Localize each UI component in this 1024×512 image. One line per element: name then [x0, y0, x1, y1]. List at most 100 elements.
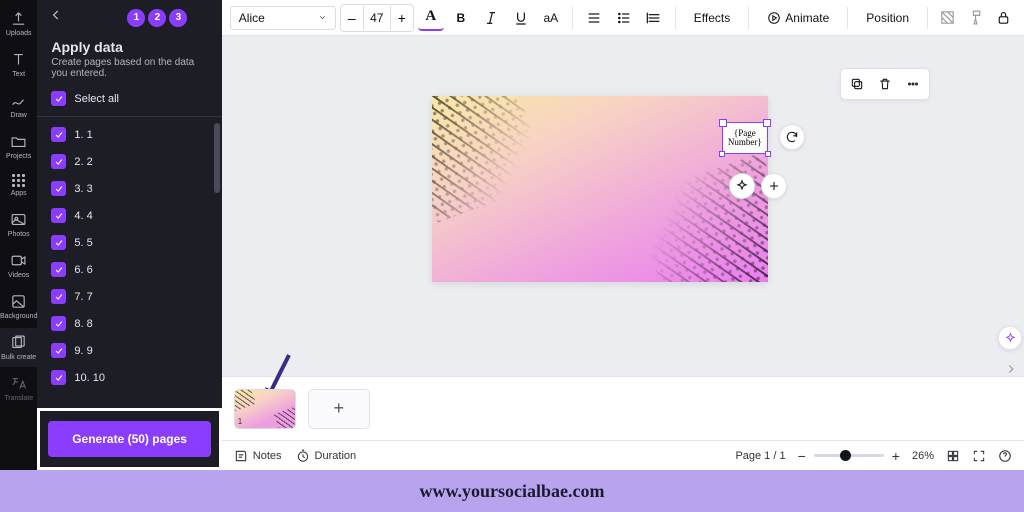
- duplicate-page-button[interactable]: [844, 72, 870, 96]
- page-timeline: 1 +: [222, 376, 1024, 440]
- scrollbar-thumb[interactable]: [214, 123, 220, 193]
- underline-button[interactable]: [508, 5, 534, 31]
- design-page[interactable]: [432, 96, 768, 282]
- rail-text[interactable]: Text: [0, 45, 37, 84]
- fullscreen-button[interactable]: [972, 449, 986, 463]
- rail-background-label: Background: [0, 313, 37, 320]
- animate-button[interactable]: Animate: [757, 6, 839, 30]
- row-checkbox[interactable]: [51, 154, 66, 169]
- page-indicator: Page 1 / 1: [735, 450, 785, 462]
- list-item[interactable]: 5. 5: [37, 229, 221, 256]
- rotate-handle[interactable]: [779, 124, 805, 150]
- italic-button[interactable]: [478, 5, 504, 31]
- row-checkbox[interactable]: [51, 235, 66, 250]
- row-checkbox[interactable]: [51, 127, 66, 142]
- text-color-button[interactable]: A: [418, 5, 444, 31]
- rail-uploads-label: Uploads: [6, 30, 32, 37]
- animate-icon: [767, 11, 781, 25]
- assistant-fab[interactable]: [998, 326, 1022, 350]
- row-checkbox[interactable]: [51, 289, 66, 304]
- rail-draw[interactable]: Draw: [0, 86, 37, 125]
- rail-background[interactable]: Background: [0, 287, 37, 326]
- thumbnail-page-number: 1: [238, 417, 242, 426]
- generate-pages-button[interactable]: Generate (50) pages: [48, 421, 210, 457]
- back-button[interactable]: [49, 8, 63, 27]
- zoom-in-button[interactable]: +: [892, 448, 900, 464]
- list-item[interactable]: 9. 9: [37, 337, 221, 364]
- rail-uploads[interactable]: Uploads: [0, 4, 37, 43]
- row-checkbox[interactable]: [51, 262, 66, 277]
- rail-bulk-create[interactable]: Bulk create: [0, 328, 37, 367]
- apps-icon: [12, 174, 25, 187]
- select-all-row[interactable]: Select all: [37, 87, 221, 116]
- effects-button[interactable]: Effects: [684, 6, 740, 30]
- rail-translate[interactable]: Translate: [0, 369, 37, 408]
- rail-photos-label: Photos: [8, 231, 30, 238]
- list-item[interactable]: 10. 10: [37, 364, 221, 391]
- bold-button[interactable]: B: [448, 5, 474, 31]
- row-checkbox[interactable]: [51, 370, 66, 385]
- font-size-stepper: – 47 +: [340, 4, 414, 32]
- select-all-checkbox[interactable]: [51, 91, 66, 106]
- rail-videos-label: Videos: [8, 272, 29, 279]
- tool-rail: Uploads Text Draw Projects Apps Photos V…: [0, 0, 37, 470]
- clock-icon: [296, 449, 310, 463]
- bulk-panel: 1 2 3 Apply data Create pages based on t…: [37, 0, 221, 470]
- list-item[interactable]: 6. 6: [37, 256, 221, 283]
- notes-button[interactable]: Notes: [234, 449, 282, 463]
- font-size-value[interactable]: 47: [363, 6, 391, 30]
- data-rows-list: 1. 1 2. 2 3. 3 4. 4 5. 5 6. 6 7. 7 8. 8 …: [37, 116, 221, 408]
- alignment-button[interactable]: [581, 5, 607, 31]
- lock-button[interactable]: [990, 5, 1016, 31]
- decrease-size-button[interactable]: –: [341, 5, 363, 31]
- delete-page-button[interactable]: [872, 72, 898, 96]
- next-page-nav[interactable]: [1004, 362, 1018, 376]
- add-element-button[interactable]: [761, 173, 787, 199]
- list-button[interactable]: [611, 5, 637, 31]
- zoom-slider[interactable]: [814, 454, 884, 457]
- row-checkbox[interactable]: [51, 181, 66, 196]
- duration-button[interactable]: Duration: [296, 449, 357, 463]
- grid-view-button[interactable]: [946, 449, 960, 463]
- font-family-select[interactable]: Alice: [230, 6, 336, 30]
- row-checkbox[interactable]: [51, 208, 66, 223]
- rail-projects-label: Projects: [6, 153, 31, 160]
- rail-videos[interactable]: Videos: [0, 246, 37, 285]
- step-indicator: 1 2 3: [127, 9, 187, 27]
- rail-translate-label: Translate: [4, 395, 33, 402]
- row-checkbox[interactable]: [51, 343, 66, 358]
- panel-title: Apply data: [37, 35, 221, 57]
- position-button[interactable]: Position: [856, 6, 919, 30]
- zoom-out-button[interactable]: −: [798, 448, 806, 464]
- copy-style-button[interactable]: [962, 5, 988, 31]
- rail-draw-label: Draw: [11, 112, 27, 119]
- list-item[interactable]: 8. 8: [37, 310, 221, 337]
- help-button[interactable]: [998, 449, 1012, 463]
- page-actions-toolbar: [840, 68, 930, 100]
- text-case-button[interactable]: aA: [538, 5, 564, 31]
- list-item[interactable]: 1. 1: [37, 121, 221, 148]
- status-bar: Notes Duration Page 1 / 1 − + 26%: [222, 440, 1024, 470]
- list-item[interactable]: 2. 2: [37, 148, 221, 175]
- rail-projects[interactable]: Projects: [0, 127, 37, 166]
- increase-size-button[interactable]: +: [391, 5, 413, 31]
- more-page-button[interactable]: [900, 72, 926, 96]
- rail-photos[interactable]: Photos: [0, 205, 37, 244]
- list-item[interactable]: 7. 7: [37, 283, 221, 310]
- canvas[interactable]: {Page Number}: [222, 36, 1024, 376]
- page-thumbnail[interactable]: 1: [234, 389, 296, 429]
- magic-recommend-button[interactable]: [729, 173, 755, 199]
- rail-apps[interactable]: Apps: [0, 168, 37, 203]
- notes-icon: [234, 449, 248, 463]
- row-checkbox[interactable]: [51, 316, 66, 331]
- watermark-banner: www.yoursocialbae.com: [0, 470, 1024, 512]
- list-item[interactable]: 3. 3: [37, 175, 221, 202]
- zoom-percent[interactable]: 26%: [912, 450, 934, 462]
- list-item[interactable]: 4. 4: [37, 202, 221, 229]
- selected-text-element[interactable]: {Page Number}: [722, 122, 768, 154]
- transparency-button[interactable]: [934, 5, 960, 31]
- select-all-label: Select all: [74, 93, 119, 105]
- spacing-button[interactable]: [641, 5, 667, 31]
- add-page-button[interactable]: +: [308, 389, 370, 429]
- chevron-down-icon: [318, 13, 327, 22]
